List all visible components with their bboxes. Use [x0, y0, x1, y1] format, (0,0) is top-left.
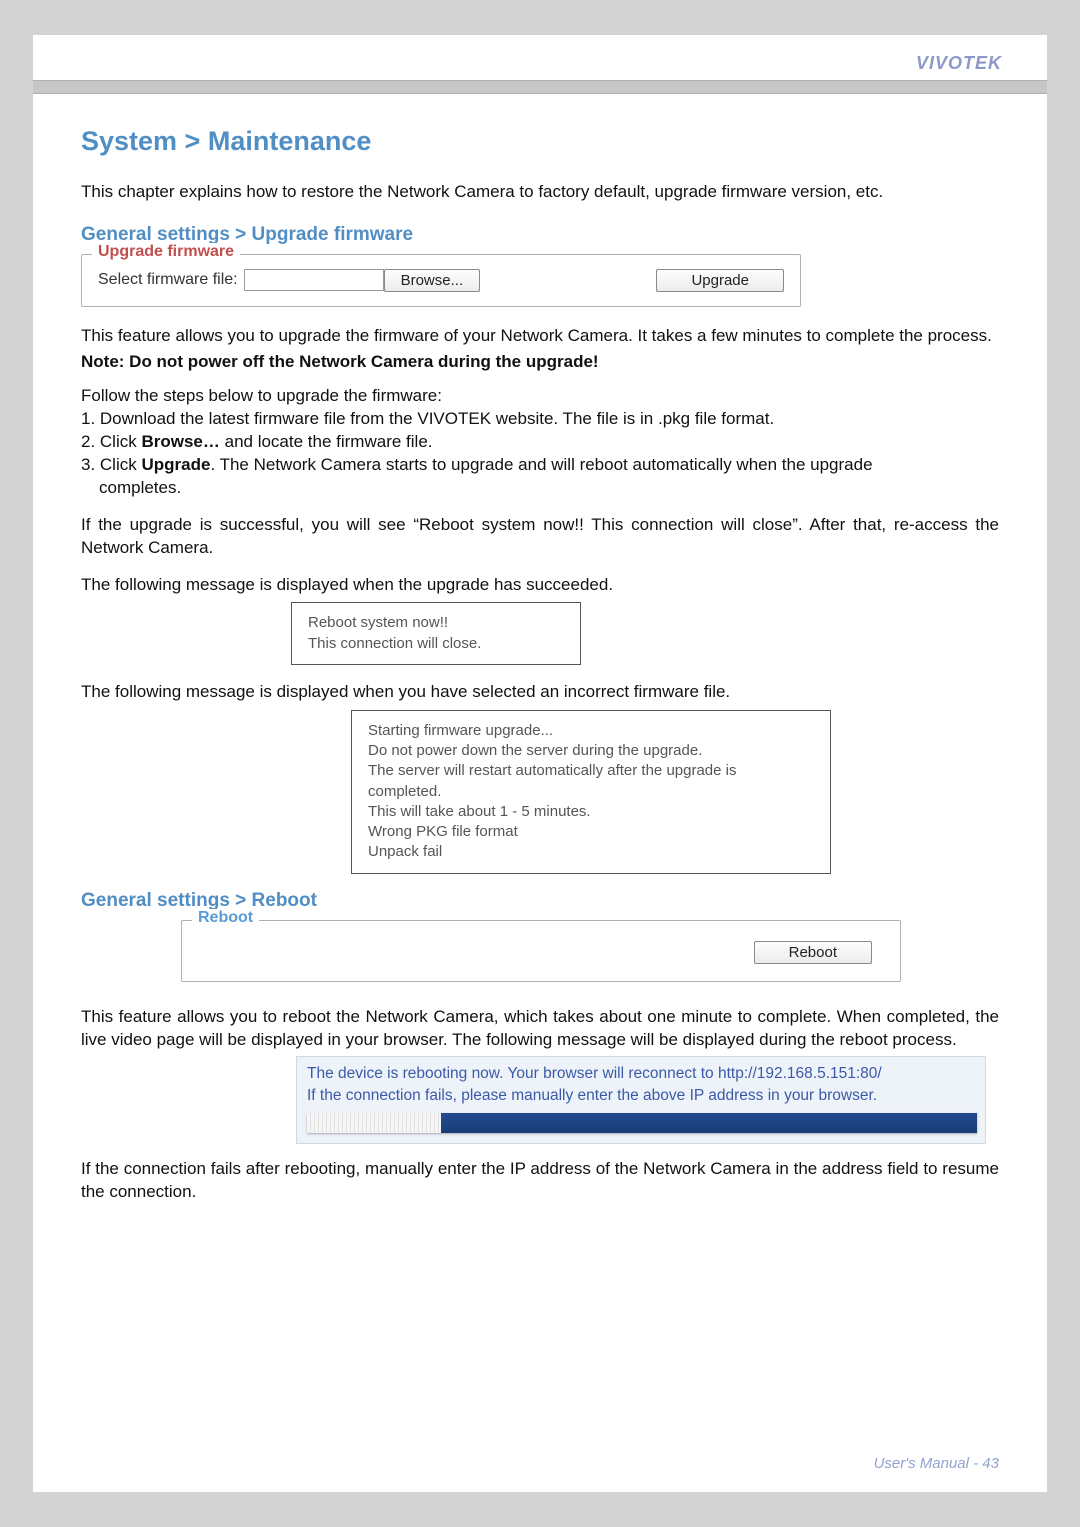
success-msg-line2: This connection will close.	[308, 634, 564, 654]
fail-l4: completed.	[368, 782, 814, 802]
reboot-msg-l2: If the connection fails, please manually…	[307, 1085, 975, 1107]
fail-l7: Unpack fail	[368, 842, 814, 862]
fail-l1: Starting firmware upgrade...	[368, 721, 814, 741]
brand-label: VIVOTEK	[33, 35, 1047, 80]
page-title: System > Maintenance	[81, 126, 999, 157]
reboot-progress	[307, 1113, 977, 1133]
success-msg-line1: Reboot system now!!	[308, 613, 564, 633]
firmware-file-input[interactable]	[244, 269, 384, 291]
reboot-desc: This feature allows you to reboot the Ne…	[81, 1006, 999, 1052]
upgrade-firmware-fieldset: Upgrade firmware Select firmware file: B…	[81, 254, 801, 307]
header-band	[33, 80, 1047, 94]
step-1: 1. Download the latest firmware file fro…	[81, 408, 999, 431]
step-2: 2. Click Browse… and locate the firmware…	[81, 431, 999, 454]
reboot-message-panel: The device is rebooting now. Your browse…	[296, 1056, 986, 1145]
reboot-progress-fill	[307, 1113, 441, 1133]
footer: User's Manual - 43	[874, 1455, 999, 1472]
file-label: Select firmware file:	[98, 271, 238, 289]
fw-desc: This feature allows you to upgrade the f…	[81, 325, 999, 348]
fail-l3: The server will restart automatically af…	[368, 761, 814, 781]
step-3: 3. Click Upgrade. The Network Camera sta…	[81, 454, 999, 477]
upgrade-firmware-legend: Upgrade firmware	[92, 243, 240, 261]
step-3-cont: completes.	[81, 477, 999, 500]
fail-l6: Wrong PKG file format	[368, 822, 814, 842]
steps-intro: Follow the steps below to upgrade the fi…	[81, 386, 999, 406]
fail-intro: The following message is displayed when …	[81, 681, 999, 704]
fw-note: Note: Do not power off the Network Camer…	[81, 352, 999, 372]
fail-l2: Do not power down the server during the …	[368, 741, 814, 761]
upgrade-button[interactable]: Upgrade	[656, 269, 784, 292]
reboot-legend: Reboot	[192, 909, 259, 927]
success-para: If the upgrade is successful, you will s…	[81, 514, 999, 560]
intro-text: This chapter explains how to restore the…	[81, 181, 999, 204]
succeed-intro: The following message is displayed when …	[81, 574, 999, 597]
browse-button[interactable]: Browse...	[384, 269, 481, 292]
reboot-fieldset: Reboot Reboot	[181, 920, 901, 982]
success-message-box: Reboot system now!! This connection will…	[291, 602, 581, 665]
fail-l5: This will take about 1 - 5 minutes.	[368, 802, 814, 822]
reboot-msg-l1: The device is rebooting now. Your browse…	[307, 1063, 975, 1085]
tail-text: If the connection fails after rebooting,…	[81, 1158, 999, 1204]
fail-message-box: Starting firmware upgrade... Do not powe…	[351, 710, 831, 874]
reboot-button[interactable]: Reboot	[754, 941, 872, 964]
